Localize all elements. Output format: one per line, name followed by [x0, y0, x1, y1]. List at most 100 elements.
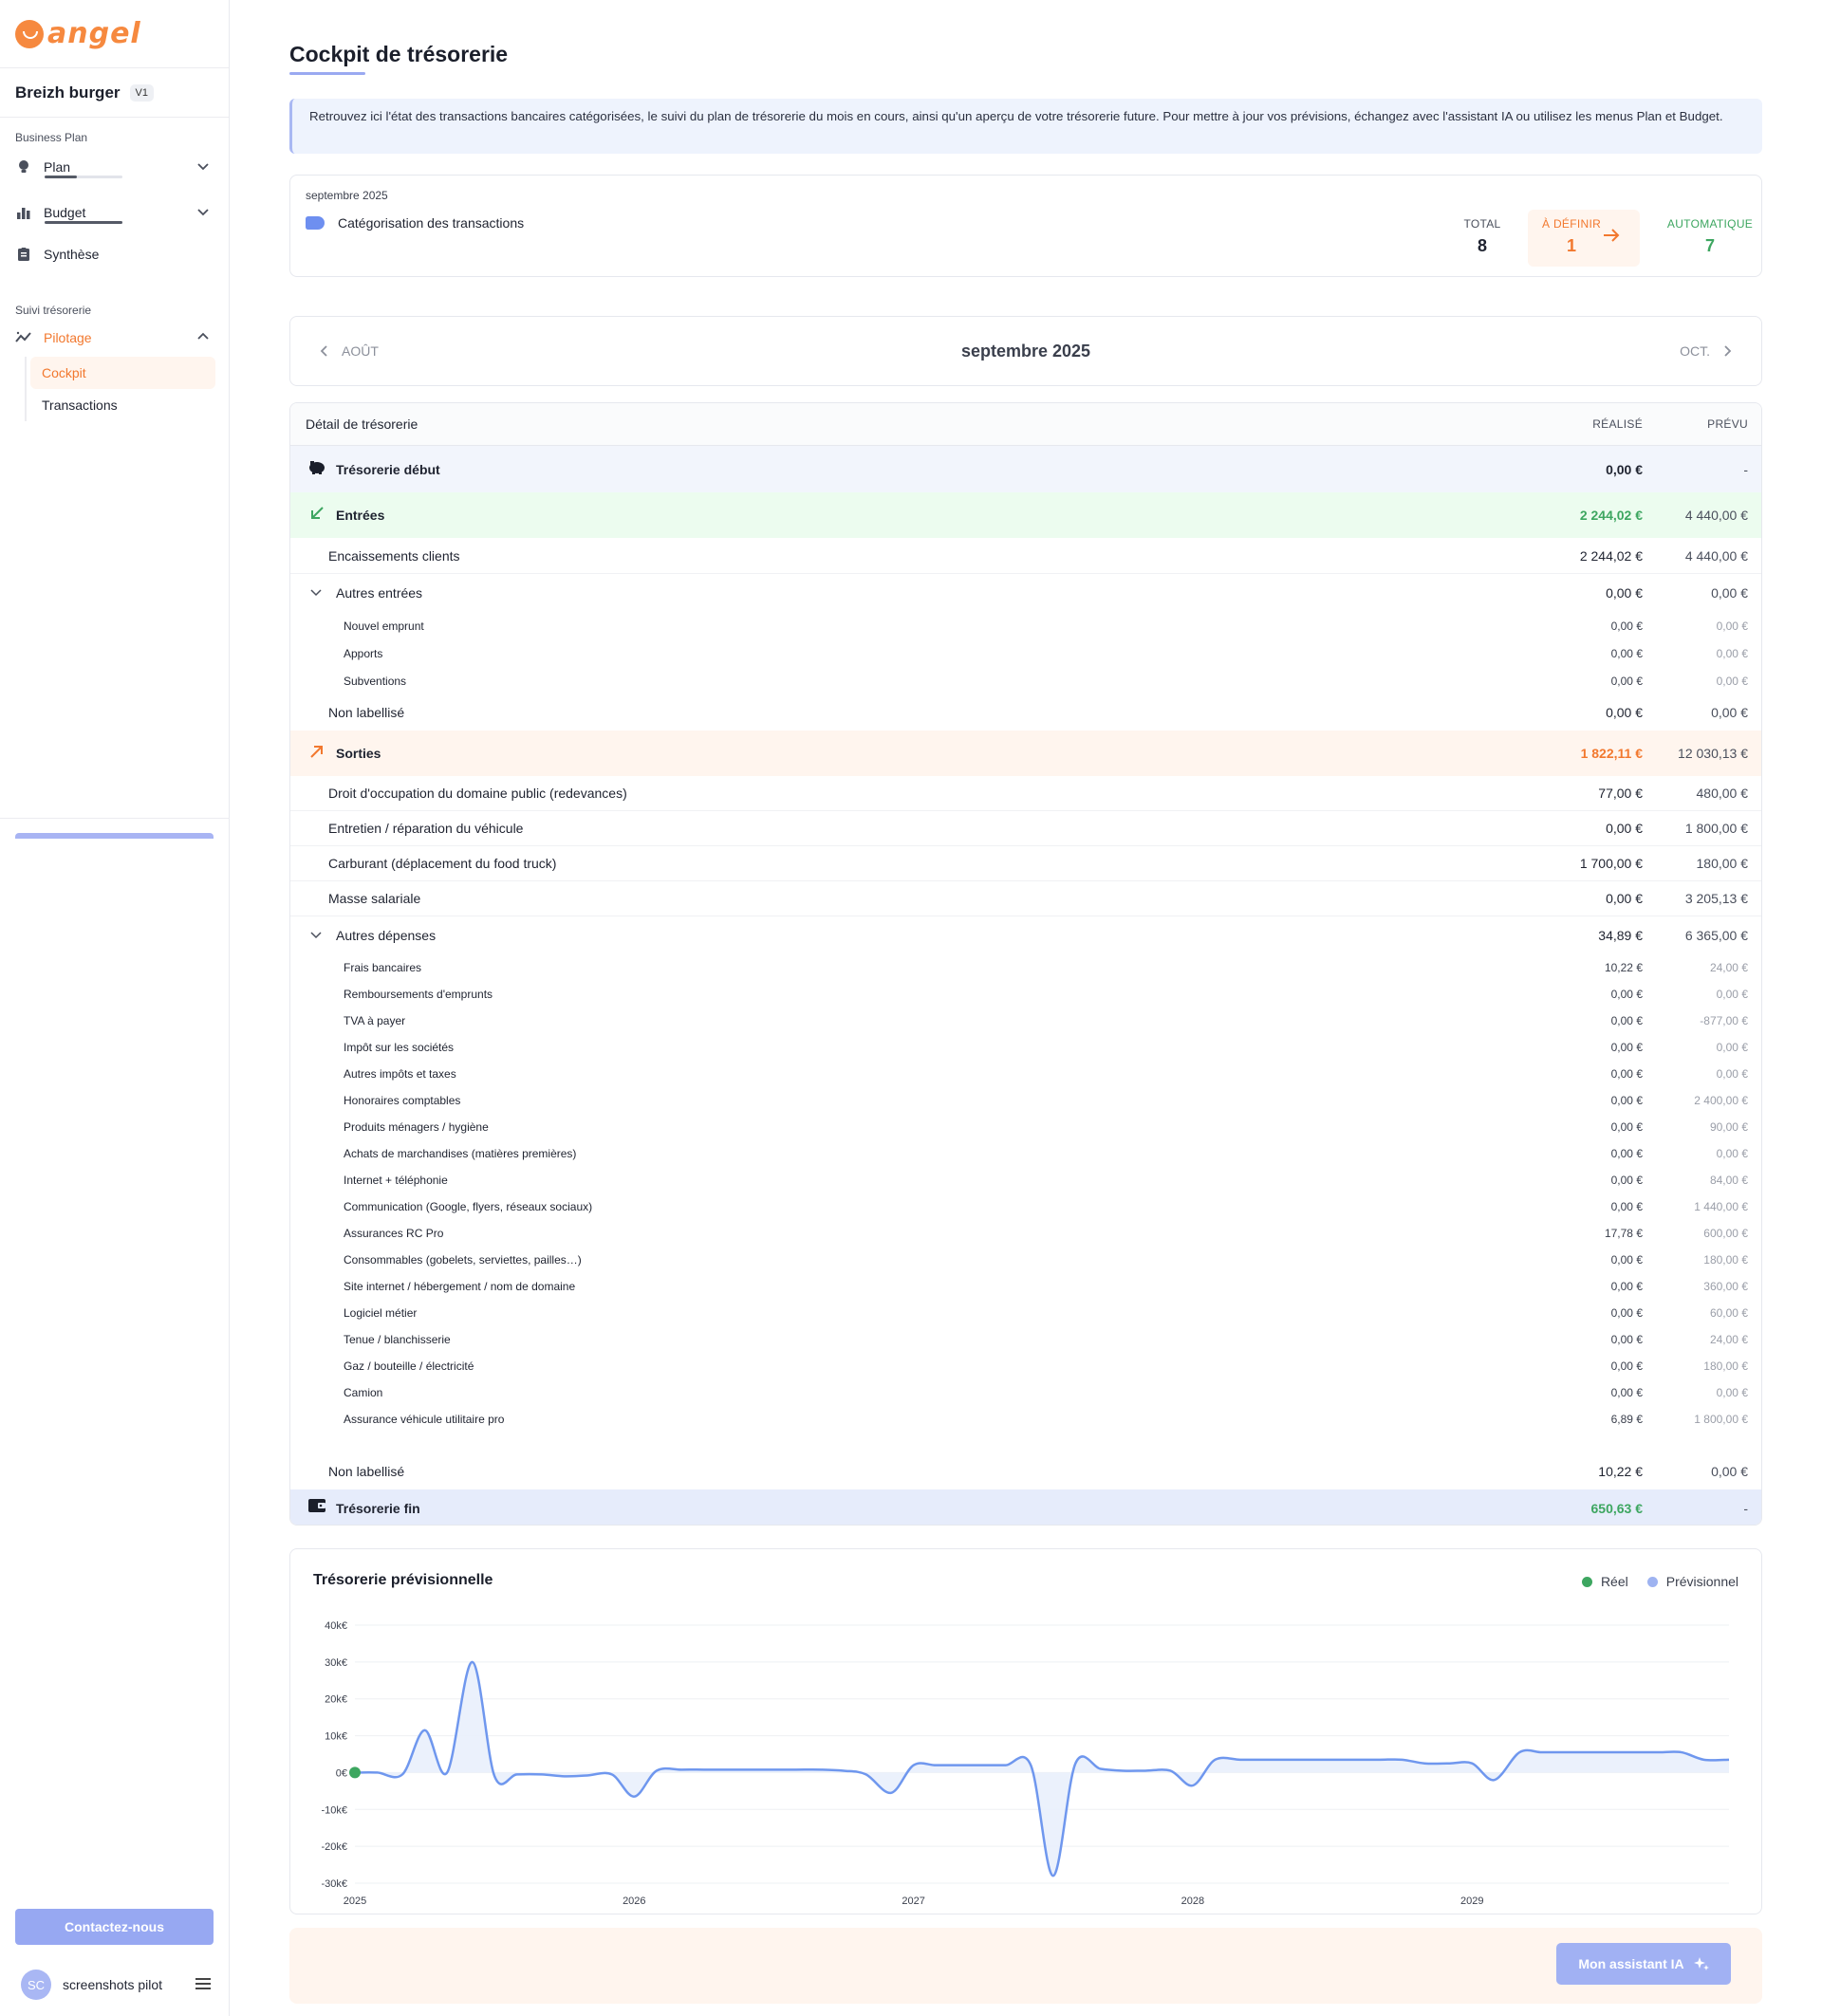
row-prevu: 480,00 €: [1696, 786, 1749, 801]
stat-to-define[interactable]: À DÉFINIR 1: [1528, 210, 1640, 267]
treasury-forecast-chart[interactable]: 40k€ 30k€ 20k€ 10k€ 0€ -10k€ -20k€ -30k€ 2025 202…: [290, 1606, 1763, 1910]
row-prevu: -: [1743, 461, 1748, 477]
row-realise: 650,63 €: [1590, 1500, 1644, 1516]
legend-item-reel[interactable]: Réel: [1581, 1574, 1628, 1589]
row-non-labellise-entrees: Non labellisé 0,00 € 0,00 €: [290, 694, 1761, 731]
row-label: Consommables (gobelets, serviettes, pail…: [344, 1253, 582, 1267]
row-sub-depense: Assurances RC Pro 17,78 € 600,00 €: [290, 1220, 1761, 1247]
bar-chart-icon: [15, 204, 32, 221]
row-realise: 0,00 €: [1610, 646, 1643, 660]
row-prevu: 24,00 €: [1709, 961, 1748, 974]
chevron-up-icon[interactable]: [196, 330, 210, 346]
chevron-down-icon[interactable]: [310, 929, 322, 942]
legend-dot-reel: [1581, 1576, 1592, 1587]
next-month-button[interactable]: OCT.: [1680, 343, 1733, 359]
hamburger-menu-icon[interactable]: [195, 1975, 211, 1995]
real-point: [349, 1766, 361, 1779]
chart-card: Trésorerie prévisionnelle Réel Prévision…: [289, 1548, 1762, 1914]
row-prevu: 4 440,00 €: [1684, 547, 1748, 564]
row-sub-depense: Logiciel métier 0,00 € 60,00 €: [290, 1300, 1761, 1326]
arrow-right-icon[interactable]: [1602, 225, 1621, 250]
project-selector[interactable]: Breizh burger V1: [0, 68, 229, 118]
sidebar-divider: [0, 818, 230, 819]
row-sub-depense: Assurance véhicule utilitaire pro 6,89 € 1…: [290, 1406, 1761, 1433]
row-prevu: 12 030,13 €: [1678, 746, 1748, 761]
row-realise: 0,00 €: [1610, 1280, 1643, 1293]
row-label: Produits ménagers / hygiène: [344, 1120, 489, 1134]
row-realise: 10,22 €: [1604, 961, 1643, 974]
row-label: TVA à payer: [344, 1014, 406, 1027]
contact-button[interactable]: Contactez-nous: [15, 1909, 214, 1945]
row-sub-depense: Honoraires comptables 0,00 € 2 400,00 €: [290, 1087, 1761, 1114]
forecast-area: [355, 1661, 1729, 1877]
legend-item-previsionnel[interactable]: Prévisionnel: [1646, 1574, 1738, 1589]
row-prevu: 0,00 €: [1711, 585, 1748, 601]
row-label: Achats de marchandises (matières premièr…: [344, 1147, 577, 1160]
row-realise: 1 822,11 €: [1580, 746, 1643, 761]
row-label: Autres dépenses: [336, 928, 437, 943]
row-realise: 0,00 €: [1606, 821, 1643, 836]
row-autres-depenses[interactable]: Autres dépenses 34,89 € 6 365,00 €: [290, 916, 1761, 954]
logo-text: angel: [47, 17, 141, 50]
sidebar-item-pilotage[interactable]: Pilotage: [0, 319, 229, 357]
chevron-down-icon[interactable]: [196, 205, 210, 221]
categorisation-label: Catégorisation des transactions: [338, 215, 525, 231]
plan-progress: [45, 176, 122, 178]
assistant-bar: Mon assistant IA: [289, 1928, 1762, 2004]
stat-auto-value: 7: [1704, 236, 1715, 255]
next-month-label: OCT.: [1680, 343, 1710, 359]
row-realise: 0,00 €: [1610, 1067, 1643, 1081]
row-realise: 0,00 €: [1610, 1094, 1643, 1107]
sidebar-item-transactions[interactable]: Transactions: [30, 389, 215, 421]
row-entrees: Entrées 2 244,02 € 4 440,00 €: [290, 492, 1761, 538]
sidebar-scroll-indicator: [15, 833, 214, 839]
row-label: Site internet / hébergement / nom de dom…: [344, 1280, 576, 1293]
row-tresorerie-fin: Trésorerie fin 650,63 € -: [290, 1489, 1761, 1525]
row-prevu: 4 440,00 €: [1684, 508, 1748, 523]
row-label: Entrées: [336, 508, 385, 523]
tag-icon: [306, 216, 325, 230]
sidebar-item-budget[interactable]: Budget: [0, 194, 229, 231]
stat-auto-label: AUTOMATIQUE: [1666, 217, 1754, 231]
logo[interactable]: angel: [0, 0, 229, 68]
row-sub-entree: Nouvel emprunt 0,00 € 0,00 €: [290, 612, 1761, 639]
row-prevu: 60,00 €: [1709, 1306, 1748, 1320]
sidebar-item-plan[interactable]: Plan: [0, 148, 229, 186]
table-header-prevu: PRÉVU: [1707, 417, 1748, 431]
chevron-down-icon[interactable]: [310, 586, 322, 600]
row-label: Autres impôts et taxes: [344, 1067, 456, 1081]
user-menu[interactable]: SC screenshots pilot: [21, 1970, 211, 2000]
stat-automatic: AUTOMATIQUE 7: [1664, 217, 1756, 256]
row-prevu: -: [1743, 1500, 1748, 1516]
row-label: Tenue / blanchisserie: [344, 1333, 451, 1346]
row-prevu: 84,00 €: [1709, 1174, 1748, 1187]
row-prevu: 2 400,00 €: [1694, 1094, 1748, 1107]
row-realise: 0,00 €: [1610, 674, 1643, 688]
row-sub-depense: Site internet / hébergement / nom de dom…: [290, 1273, 1761, 1300]
row-realise: 2 244,02 €: [1579, 547, 1643, 564]
row-label: Trésorerie début: [336, 461, 440, 477]
section-label-suivi: Suivi trésorerie: [15, 304, 92, 317]
row-prevu: 0,00 €: [1711, 705, 1748, 720]
row-sub-depense: Achats de marchandises (matières premièr…: [290, 1140, 1761, 1167]
row-label: Non labellisé: [328, 705, 405, 720]
chevron-down-icon[interactable]: [196, 159, 210, 176]
y-tick-label: 10k€: [325, 1731, 347, 1743]
row-prevu: 6 365,00 €: [1684, 928, 1748, 943]
row-sub-depense: Remboursements d'emprunts 0,00 € 0,00 €: [290, 981, 1761, 1008]
angel-logo-icon: [15, 19, 44, 48]
sidebar-item-label: Synthèse: [44, 247, 100, 262]
row-autres-entrees[interactable]: Autres entrées 0,00 € 0,00 €: [290, 574, 1761, 612]
y-tick-label: -20k€: [321, 1841, 347, 1853]
row-prevu: 1 800,00 €: [1684, 821, 1748, 836]
row-encaissements: Encaissements clients 2 244,02 € 4 440,0…: [290, 538, 1761, 574]
row-label: Honoraires comptables: [344, 1094, 461, 1107]
sidebar-item-synthese[interactable]: Synthèse: [0, 235, 229, 273]
y-tick-label: 0€: [336, 1767, 347, 1779]
chevron-right-icon: [1724, 345, 1732, 357]
row-label: Subventions: [344, 674, 407, 688]
sidebar-item-cockpit[interactable]: Cockpit: [30, 357, 215, 389]
row-sortie: Droit d'occupation du domaine public (re…: [290, 776, 1761, 811]
ai-assistant-button[interactable]: Mon assistant IA: [1556, 1943, 1731, 1985]
row-label: Autres entrées: [336, 585, 423, 601]
